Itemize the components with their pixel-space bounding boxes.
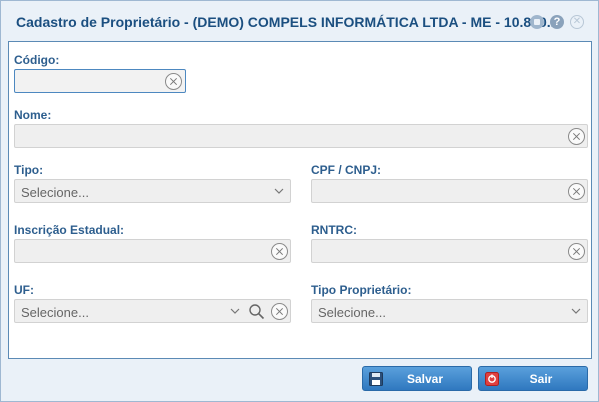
tipo-proprietario-chevron-down-icon[interactable]	[571, 306, 581, 316]
tipo-proprietario-select[interactable]: Selecione...	[311, 299, 588, 323]
close-icon[interactable]: ✕	[570, 15, 584, 29]
inscricao-estadual-label: Inscrição Estadual:	[14, 223, 125, 237]
save-button-label: Salvar	[406, 372, 444, 386]
rntrc-clear-icon[interactable]	[568, 243, 585, 260]
codigo-input[interactable]	[14, 69, 186, 93]
window-title: Cadastro de Proprietário - (DEMO) COMPEL…	[16, 14, 559, 30]
inscricao-estadual-clear-icon[interactable]	[271, 243, 288, 260]
tipo-proprietario-placeholder: Selecione...	[318, 305, 386, 320]
tipo-select[interactable]: Selecione...	[14, 179, 291, 203]
minimize-icon[interactable]	[530, 15, 544, 29]
tipo-label: Tipo:	[14, 163, 44, 177]
exit-button[interactable]: Sair	[478, 366, 588, 391]
rntrc-input[interactable]	[311, 239, 588, 263]
uf-label: UF:	[14, 283, 34, 297]
rntrc-label: RNTRC:	[311, 223, 357, 237]
tipo-proprietario-label: Tipo Proprietário:	[311, 283, 412, 297]
uf-chevron-down-icon[interactable]	[230, 306, 240, 316]
uf-placeholder: Selecione...	[21, 305, 89, 320]
nome-clear-icon[interactable]	[568, 128, 585, 145]
title-bar[interactable]: Cadastro de Proprietário - (DEMO) COMPEL…	[1, 1, 598, 41]
uf-clear-icon[interactable]	[271, 303, 288, 320]
cpf-cnpj-label: CPF / CNPJ:	[311, 163, 382, 177]
save-button[interactable]: Salvar	[362, 366, 472, 391]
tipo-placeholder: Selecione...	[21, 185, 89, 200]
codigo-clear-icon[interactable]	[165, 73, 182, 90]
uf-select[interactable]: Selecione...	[14, 299, 291, 323]
nome-input[interactable]	[14, 124, 588, 148]
exit-button-label: Sair	[529, 372, 553, 386]
cpf-cnpj-input[interactable]	[311, 179, 588, 203]
tipo-chevron-down-icon[interactable]	[274, 186, 284, 196]
inscricao-estadual-input[interactable]	[14, 239, 291, 263]
nome-label: Nome:	[14, 108, 52, 122]
help-icon[interactable]: ?	[550, 15, 564, 29]
cpf-cnpj-clear-icon[interactable]	[568, 183, 585, 200]
dialog-window: Cadastro de Proprietário - (DEMO) COMPEL…	[0, 0, 599, 402]
uf-search-icon[interactable]	[248, 303, 266, 321]
codigo-label: Código:	[14, 53, 60, 67]
